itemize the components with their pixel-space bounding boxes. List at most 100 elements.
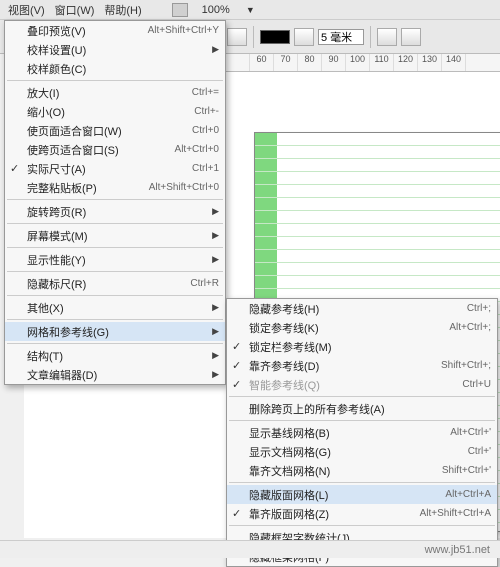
menu-item[interactable]: 网格和参考线(G) ▶ bbox=[5, 322, 225, 341]
submenu-arrow-icon: ▶ bbox=[212, 302, 219, 313]
menu-item[interactable]: 隐藏参考线(H)Ctrl+; bbox=[227, 299, 497, 318]
menu-shortcut: Shift+Ctrl+' bbox=[442, 465, 491, 476]
menu-item[interactable]: 屏幕模式(M)▶ bbox=[5, 226, 225, 245]
view-menu-popup: 叠印预览(V)Alt+Shift+Ctrl+Y校样设置(U)▶校样颜色(C)放大… bbox=[4, 20, 226, 385]
menu-item-label: 校样设置(U) bbox=[27, 42, 86, 58]
menu-item[interactable]: 叠印预览(V)Alt+Shift+Ctrl+Y bbox=[5, 21, 225, 40]
grid-row bbox=[255, 172, 500, 185]
watermark-text: www.jb51.net bbox=[425, 544, 490, 556]
menu-separator bbox=[7, 295, 223, 296]
menu-shortcut: Ctrl+0 bbox=[192, 125, 219, 136]
opacity-icon[interactable] bbox=[294, 28, 314, 46]
check-icon: ✓ bbox=[232, 359, 241, 372]
chevron-down-icon: ▼ bbox=[246, 5, 255, 15]
menu-shortcut: Ctrl+= bbox=[192, 87, 219, 98]
menu-shortcut: Ctrl+' bbox=[468, 446, 491, 457]
menu-item[interactable]: 隐藏版面网格(L) Alt+Ctrl+A bbox=[227, 485, 497, 504]
menu-item-label: 隐藏版面网格(L) bbox=[249, 487, 328, 503]
menu-separator bbox=[229, 482, 495, 483]
fx-icon[interactable] bbox=[227, 28, 247, 46]
menu-shortcut: Ctrl+1 bbox=[192, 163, 219, 174]
menu-item-label: 网格和参考线(G) bbox=[27, 324, 109, 340]
check-icon: ✓ bbox=[232, 378, 241, 391]
menu-item-label: 靠齐参考线(D) bbox=[249, 358, 319, 374]
menu-item[interactable]: 放大(I) Ctrl+= bbox=[5, 83, 225, 102]
menu-item[interactable]: 文章编辑器(D)▶ bbox=[5, 365, 225, 384]
menu-item[interactable]: 缩小(O) Ctrl+- bbox=[5, 102, 225, 121]
menu-item-label: 显示基线网格(B) bbox=[249, 425, 330, 441]
menu-item[interactable]: ✓ 靠齐版面网格(Z) Alt+Shift+Ctrl+A bbox=[227, 504, 497, 523]
menu-separator bbox=[7, 223, 223, 224]
menu-item[interactable]: 结构(T) ▶ bbox=[5, 346, 225, 365]
menu-item-label: 使跨页适合窗口(S) bbox=[27, 142, 119, 158]
menu-item[interactable]: 显示基线网格(B) Alt+Ctrl+' bbox=[227, 423, 497, 442]
menu-shortcut: Alt+Shift+Ctrl+Y bbox=[148, 25, 219, 36]
menu-shortcut: Alt+Ctrl+' bbox=[450, 427, 491, 438]
menu-item-label: 智能参考线(Q) bbox=[249, 377, 320, 393]
menu-item-label: 显示文档网格(G) bbox=[249, 444, 331, 460]
menu-shortcut: Ctrl+- bbox=[194, 106, 219, 117]
menu-item-label: 隐藏标尺(R) bbox=[27, 276, 86, 292]
menu-view[interactable]: 视图(V) bbox=[8, 2, 45, 18]
grid-row bbox=[255, 276, 500, 289]
text-wrap-icon[interactable] bbox=[401, 28, 421, 46]
menu-separator bbox=[229, 525, 495, 526]
menu-item[interactable]: 使页面适合窗口(W) Ctrl+0 bbox=[5, 121, 225, 140]
grid-row bbox=[255, 224, 500, 237]
frame-icon[interactable] bbox=[377, 28, 397, 46]
menu-item[interactable]: ✓靠齐参考线(D)Shift+Ctrl+; bbox=[227, 356, 497, 375]
menu-item[interactable]: 旋转跨页(R)▶ bbox=[5, 202, 225, 221]
zoom-value[interactable]: 100% bbox=[198, 4, 234, 16]
submenu-arrow-icon: ▶ bbox=[212, 350, 219, 361]
menu-item[interactable]: 校样颜色(C) bbox=[5, 59, 225, 78]
menu-item-label: 其他(X) bbox=[27, 300, 64, 316]
gradient-swatch[interactable] bbox=[260, 30, 290, 44]
menu-item[interactable]: 校样设置(U)▶ bbox=[5, 40, 225, 59]
menu-item[interactable]: ✓实际尺寸(A)Ctrl+1 bbox=[5, 159, 225, 178]
menu-item-label: 靠齐文档网格(N) bbox=[249, 463, 330, 479]
menu-shortcut: Alt+Shift+Ctrl+A bbox=[420, 508, 491, 519]
menu-item[interactable]: 显示性能(Y) ▶ bbox=[5, 250, 225, 269]
menu-separator bbox=[7, 80, 223, 81]
menu-item-label: 显示性能(Y) bbox=[27, 252, 86, 268]
menu-item[interactable]: 其他(X) ▶ bbox=[5, 298, 225, 317]
submenu-arrow-icon: ▶ bbox=[212, 326, 219, 337]
menu-shortcut: Alt+Ctrl+0 bbox=[175, 144, 219, 155]
grid-row bbox=[255, 250, 500, 263]
menu-item: ✓智能参考线(Q)Ctrl+U bbox=[227, 375, 497, 394]
menu-window[interactable]: 窗口(W) bbox=[55, 2, 95, 18]
submenu-arrow-icon: ▶ bbox=[212, 254, 219, 265]
menu-item-label: 隐藏参考线(H) bbox=[249, 301, 319, 317]
grid-row bbox=[255, 159, 500, 172]
menu-help[interactable]: 帮助(H) bbox=[104, 2, 141, 18]
size-field[interactable]: 5 毫米 bbox=[318, 29, 364, 45]
menu-item-label: 缩小(O) bbox=[27, 104, 65, 120]
menu-item-label: 结构(T) bbox=[27, 348, 63, 364]
menu-item-label: 使页面适合窗口(W) bbox=[27, 123, 122, 139]
submenu-arrow-icon: ▶ bbox=[212, 230, 219, 241]
menu-item-label: 锁定栏参考线(M) bbox=[249, 339, 332, 355]
grid-row bbox=[255, 237, 500, 250]
menu-item[interactable]: 删除跨页上的所有参考线(A) bbox=[227, 399, 497, 418]
bridge-icon[interactable] bbox=[172, 3, 188, 17]
zoom-control[interactable]: 100% ▼ bbox=[172, 3, 265, 17]
menu-item[interactable]: ✓锁定栏参考线(M) bbox=[227, 337, 497, 356]
menu-item[interactable]: 完整粘贴板(P)Alt+Shift+Ctrl+0 bbox=[5, 178, 225, 197]
menu-item[interactable]: 显示文档网格(G) Ctrl+' bbox=[227, 442, 497, 461]
menu-item[interactable]: 使跨页适合窗口(S) Alt+Ctrl+0 bbox=[5, 140, 225, 159]
menu-item-label: 靠齐版面网格(Z) bbox=[249, 506, 329, 522]
menu-item-label: 放大(I) bbox=[27, 85, 59, 101]
menu-item[interactable]: 隐藏标尺(R)Ctrl+R bbox=[5, 274, 225, 293]
menu-item-label: 删除跨页上的所有参考线(A) bbox=[249, 401, 385, 417]
grid-row bbox=[255, 146, 500, 159]
menu-item[interactable]: 锁定参考线(K)Alt+Ctrl+; bbox=[227, 318, 497, 337]
check-icon: ✓ bbox=[232, 507, 241, 520]
menu-item-label: 实际尺寸(A) bbox=[27, 161, 86, 177]
menu-shortcut: Alt+Ctrl+A bbox=[445, 489, 491, 500]
menu-separator bbox=[229, 396, 495, 397]
menu-item[interactable]: 靠齐文档网格(N) Shift+Ctrl+' bbox=[227, 461, 497, 480]
menu-separator bbox=[229, 420, 495, 421]
menu-item-label: 锁定参考线(K) bbox=[249, 320, 319, 336]
menu-shortcut: Alt+Shift+Ctrl+0 bbox=[149, 182, 219, 193]
grid-row bbox=[255, 198, 500, 211]
